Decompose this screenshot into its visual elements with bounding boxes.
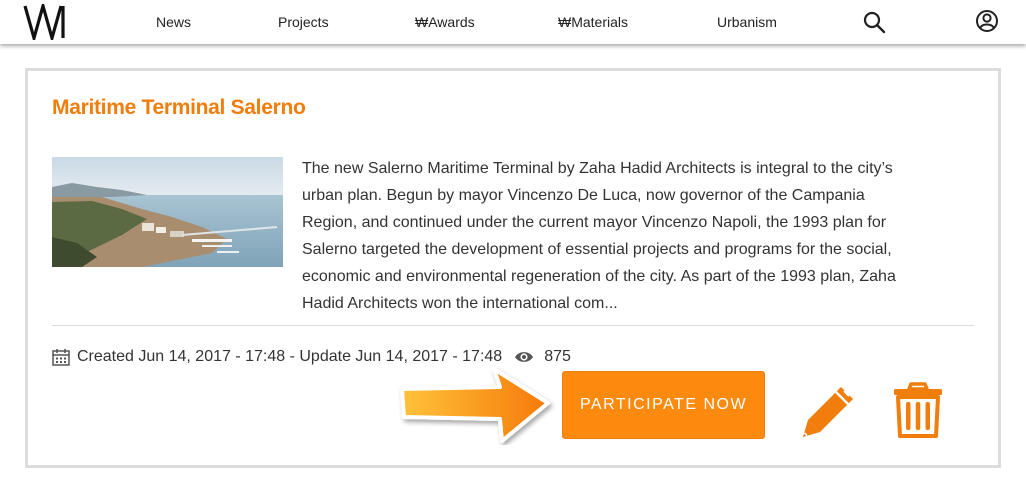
nav-projects[interactable]: Projects [278, 0, 329, 44]
divider [52, 325, 974, 326]
nav-urbanism[interactable]: Urbanism [717, 0, 777, 44]
pencil-icon[interactable] [799, 383, 857, 441]
project-title[interactable]: Maritime Terminal Salerno [52, 96, 306, 120]
project-card: Maritime Terminal Salerno The new Salern… [25, 68, 1001, 468]
nav-news[interactable]: News [156, 0, 191, 44]
arrow-right-icon [400, 367, 550, 443]
eye-icon [515, 352, 534, 362]
user-circle-icon[interactable] [975, 9, 999, 33]
top-navigation: News Projects ₩Awards ₩Materials Urbanis… [0, 0, 1026, 44]
trash-icon[interactable] [892, 381, 944, 439]
project-thumbnail[interactable] [52, 157, 283, 267]
project-description: The new Salerno Maritime Terminal by Zah… [302, 160, 896, 312]
participate-now-button[interactable]: PARTICIPATE NOW [562, 371, 765, 439]
calendar-icon [52, 349, 70, 366]
nav-materials[interactable]: ₩Materials [558, 0, 628, 44]
created-updated-date: Created Jun 14, 2017 - 17:48 - Update Ju… [77, 348, 503, 365]
nav-awards[interactable]: ₩Awards [415, 0, 475, 44]
wa-logo-icon[interactable] [22, 4, 68, 40]
search-icon[interactable] [862, 10, 886, 34]
view-count: 875 [544, 348, 571, 365]
